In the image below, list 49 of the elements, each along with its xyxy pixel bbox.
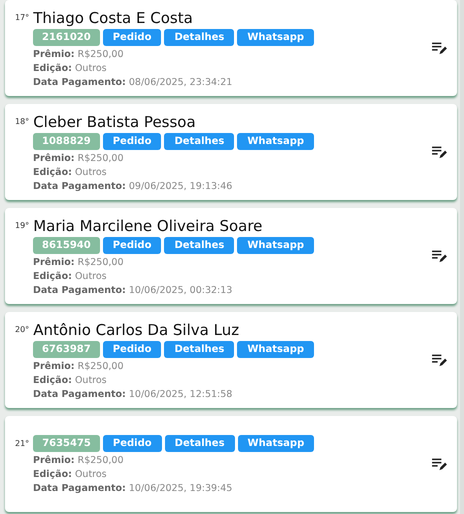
action-button[interactable]: Whatsapp [237,341,314,358]
ticket-code: 6763987 [33,341,100,358]
edit-list-icon[interactable] [432,458,447,470]
detail-line: Edição: Outros [33,167,108,178]
edit-list-icon[interactable] [432,146,447,158]
detail-line: Prêmio: R$250,00 [33,455,124,466]
action-button[interactable]: Pedido [102,435,162,452]
action-button[interactable]: Whatsapp [237,133,314,150]
winner-name: Maria Marcilene Oliveira Soare [33,216,262,236]
detail-line: Prêmio: R$250,00 [33,257,124,268]
detail-line: Edição: Outros [33,375,108,386]
rank-number: 19° [15,221,30,230]
ticket-code: 7635475 [33,435,100,452]
rank-number: 21° [15,439,30,448]
action-button[interactable]: Pedido [102,237,162,254]
detail-line: Data Pagamento: 09/06/2025, 19:13:46 [33,181,234,192]
action-button[interactable]: Detalhes [164,133,234,150]
rank-number: 17° [15,13,30,22]
action-button[interactable]: Whatsapp [237,29,314,46]
edit-list-icon[interactable] [432,250,447,262]
edit-list-icon[interactable] [432,354,447,366]
action-button[interactable]: Whatsapp [238,435,314,452]
detail-line: Data Pagamento: 10/06/2025, 00:32:13 [33,285,234,296]
winner-name: Thiago Costa E Costa [33,8,193,28]
winner-name: Antônio Carlos Da Silva Luz [33,320,240,340]
action-button[interactable]: Detalhes [164,435,235,452]
detail-line: Prêmio: R$250,00 [33,49,124,60]
action-button[interactable]: Detalhes [164,341,234,358]
ticket-code: 1088829 [33,133,100,150]
action-button[interactable]: Detalhes [164,29,234,46]
action-button[interactable]: Pedido [102,133,162,150]
ticket-code: 2161020 [33,29,100,46]
action-button[interactable]: Pedido [102,341,162,358]
detail-line: Prêmio: R$250,00 [33,361,124,372]
detail-line: Edição: Outros [33,63,108,74]
rank-number: 18° [15,117,30,126]
detail-line: Data Pagamento: 10/06/2025, 19:39:45 [33,483,234,494]
detail-line: Prêmio: R$250,00 [33,153,124,164]
detail-line: Edição: Outros [33,469,108,480]
action-button[interactable]: Pedido [102,29,162,46]
rank-number: 20° [15,325,30,334]
winner-name: Cleber Batista Pessoa [33,112,196,132]
action-button[interactable]: Whatsapp [237,237,314,254]
detail-line: Data Pagamento: 08/06/2025, 23:34:21 [33,77,234,88]
action-button[interactable]: Detalhes [164,237,234,254]
edit-list-icon[interactable] [432,42,447,54]
detail-line: Data Pagamento: 10/06/2025, 12:51:58 [33,389,234,400]
ticket-code: 8615940 [33,237,100,254]
detail-line: Edição: Outros [33,271,108,282]
